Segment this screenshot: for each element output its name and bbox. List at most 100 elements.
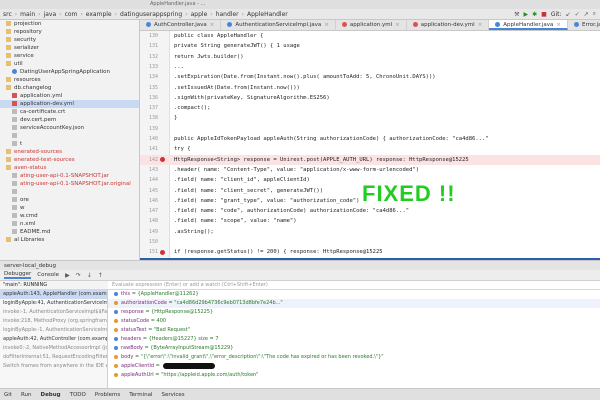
tree-item[interactable]: application-dev.yml xyxy=(0,100,139,108)
code-line[interactable]: 144 .field( name: "client_id", appleClie… xyxy=(140,175,600,185)
close-icon[interactable]: × xyxy=(324,22,329,28)
tree-item[interactable]: w xyxy=(0,204,139,212)
stack-frame[interactable]: Switch frames from anywhere in the IDE w… xyxy=(0,362,107,371)
tool-window-run[interactable]: Run xyxy=(21,392,32,398)
tool-window-debug[interactable]: Debug xyxy=(41,392,61,398)
editor-tab[interactable]: application-dev.yml × xyxy=(407,20,490,30)
code-line[interactable]: 141 try { xyxy=(140,144,600,154)
git-update-icon[interactable]: ↙ xyxy=(566,11,571,18)
tree-item[interactable]: application.yml xyxy=(0,92,139,100)
stack-frame[interactable]: appleAuth:143, AppleHandler (com.example… xyxy=(0,290,107,299)
tab-debugger[interactable]: Debugger xyxy=(4,271,32,279)
stack-frame[interactable]: appleAuth:42, AuthController (com.exampl… xyxy=(0,335,107,344)
breadcrumb-item[interactable]: main xyxy=(17,11,38,18)
code-line[interactable]: 142 HttpResponse<String> response = Unir… xyxy=(140,154,600,165)
breadcrumb-item[interactable]: apple xyxy=(188,11,211,18)
close-icon[interactable]: × xyxy=(556,22,561,28)
tree-item[interactable] xyxy=(0,188,139,196)
search-icon[interactable]: ⌕ xyxy=(593,10,596,18)
step-into-icon[interactable]: ↓ xyxy=(87,272,92,279)
breadcrumb-item[interactable]: example xyxy=(83,11,115,18)
tree-item[interactable]: security xyxy=(0,36,139,44)
tree-item[interactable]: resources xyxy=(0,76,139,84)
git-push-icon[interactable]: ↗ xyxy=(584,11,589,18)
variable-row[interactable]: headers = {Headers@15227} size = 7 xyxy=(108,335,600,344)
tree-item[interactable]: ating-user-api-0.1-SNAPSHOT.jar.original xyxy=(0,180,139,188)
tree-item[interactable]: aven-status xyxy=(0,164,139,172)
close-icon[interactable]: × xyxy=(395,22,400,28)
code-line[interactable]: 145 .field( name: "client_secret", gener… xyxy=(140,186,600,196)
code-line[interactable]: 150 xyxy=(140,237,600,247)
variable-row[interactable]: statusCode = 400 xyxy=(108,317,600,326)
code-line[interactable]: 143 .header( name: "Content-Type", value… xyxy=(140,165,600,175)
tree-item[interactable]: util xyxy=(0,60,139,68)
tree-item[interactable]: ore xyxy=(0,196,139,204)
editor-tab[interactable]: Error.java× xyxy=(568,20,600,30)
tree-item[interactable]: enerated-sources xyxy=(0,148,139,156)
run-icon[interactable]: ▶ xyxy=(524,11,529,18)
stack-frame[interactable]: invoke:-1, AuthenticationServiceImpl$$Fa… xyxy=(0,308,107,317)
resume-icon[interactable]: ▶ xyxy=(65,272,70,279)
code-line[interactable]: 147 .field( name: "code", authorizationC… xyxy=(140,206,600,216)
tree-item[interactable]: DatingUserAppSpringApplication xyxy=(0,68,139,76)
code-line[interactable]: 136 .signWith(privateKey, SignatureAlgor… xyxy=(140,93,600,103)
stop-icon[interactable]: ■ xyxy=(541,11,547,18)
code-line[interactable]: 139 xyxy=(140,124,600,134)
stack-frame[interactable]: doFilterInternal:51, RequestEncodingFilt… xyxy=(0,353,107,362)
tree-item[interactable]: db.changelog xyxy=(0,84,139,92)
editor-tab[interactable]: application.yml × xyxy=(336,20,407,30)
evaluate-expression-input[interactable]: Evaluate expression (Enter) or add a wat… xyxy=(108,281,600,290)
tree-item[interactable]: dev.cert.pem xyxy=(0,116,139,124)
variable-row[interactable]: this = {AppleHandler@11262} xyxy=(108,290,600,299)
breadcrumb-item[interactable]: java xyxy=(41,11,60,18)
editor-tab[interactable]: AppleHandler.java × xyxy=(489,20,568,30)
thread-selector[interactable]: "main": RUNNING xyxy=(0,281,108,290)
breadcrumb-item[interactable]: handler xyxy=(213,11,242,18)
tree-item[interactable]: ating-user-api-0.1-SNAPSHOT.jar xyxy=(0,172,139,180)
code-line[interactable]: 133 ... xyxy=(140,62,600,72)
code-line[interactable]: 130 public class AppleHandler { xyxy=(140,31,600,41)
step-out-icon[interactable]: ↑ xyxy=(98,272,103,279)
tree-item[interactable]: ca-certificate.crt xyxy=(0,108,139,116)
tree-item[interactable]: service xyxy=(0,52,139,60)
tree-item[interactable] xyxy=(0,132,139,140)
variable-row[interactable]: appleClientId = xyxy=(108,362,600,371)
debug-icon[interactable]: ✱ xyxy=(532,11,537,18)
stack-frame[interactable]: loginByApple:-1, AuthenticationServiceIm… xyxy=(0,326,107,335)
variable-row[interactable]: statusText = "Bad Request" xyxy=(108,326,600,335)
editor-tab[interactable]: AuthenticationServiceImpl.java × xyxy=(221,20,336,30)
code-line[interactable]: 137 .compact(); xyxy=(140,103,600,113)
tree-item[interactable]: serializer xyxy=(0,44,139,52)
tool-window-services[interactable]: Services xyxy=(161,392,184,398)
build-icon[interactable]: ⚒ xyxy=(514,11,519,18)
breadcrumb-item[interactable]: AppleHandler xyxy=(244,11,291,18)
editor-tab[interactable]: AuthController.java × xyxy=(140,20,222,30)
tool-window-git[interactable]: Git xyxy=(4,392,12,398)
close-icon[interactable]: × xyxy=(210,22,215,28)
code-line[interactable]: 149 .asString(); xyxy=(140,227,600,237)
tree-item[interactable]: projection xyxy=(0,20,139,28)
breadcrumb-item[interactable]: src xyxy=(0,11,15,18)
tree-item[interactable]: EADME.md xyxy=(0,228,139,236)
code-line[interactable]: 135 .setIssuedAt(Date.from(Instant.now()… xyxy=(140,83,600,93)
stack-frame[interactable]: invoke:218, MethodProxy (org.springframe… xyxy=(0,317,107,326)
code-line[interactable]: 134 .setExpiration(Date.from(Instant.now… xyxy=(140,72,600,82)
tool-window-problems[interactable]: Problems xyxy=(95,392,120,398)
tree-item[interactable]: al Libraries xyxy=(0,236,139,244)
variable-row[interactable]: body = "{\"error\":\"invalid_grant\",\"e… xyxy=(108,353,600,362)
code-line[interactable]: 131 private String generateJWT() { 1 usa… xyxy=(140,41,600,51)
tree-item[interactable]: w.cmd xyxy=(0,212,139,220)
code-line[interactable]: 151 if (response.getStatus() != 200) { r… xyxy=(140,247,600,257)
variable-row[interactable]: authorizationCode = "ca4d86d29b4736c9eb0… xyxy=(108,299,600,308)
code-line[interactable]: 148 .field( name: "scope", value: "name"… xyxy=(140,216,600,226)
tree-item[interactable]: enerated-test-sources xyxy=(0,156,139,164)
code-line[interactable]: 146 .field( name: "grant_type", value: "… xyxy=(140,196,600,206)
stack-frame[interactable]: loginByApple:41, AuthenticationServiceIm… xyxy=(0,299,107,308)
code-line[interactable]: 138} xyxy=(140,113,600,123)
step-over-icon[interactable]: ↷ xyxy=(76,272,81,279)
tree-item[interactable]: n.xml xyxy=(0,220,139,228)
code-editor[interactable]: 130 public class AppleHandler {131 privat… xyxy=(140,31,600,260)
variable-row[interactable]: appleAuthUrl = "https://appleid.apple.co… xyxy=(108,371,600,380)
tree-item[interactable]: t xyxy=(0,140,139,148)
breadcrumb-item[interactable]: datinguserappspring xyxy=(117,11,185,18)
